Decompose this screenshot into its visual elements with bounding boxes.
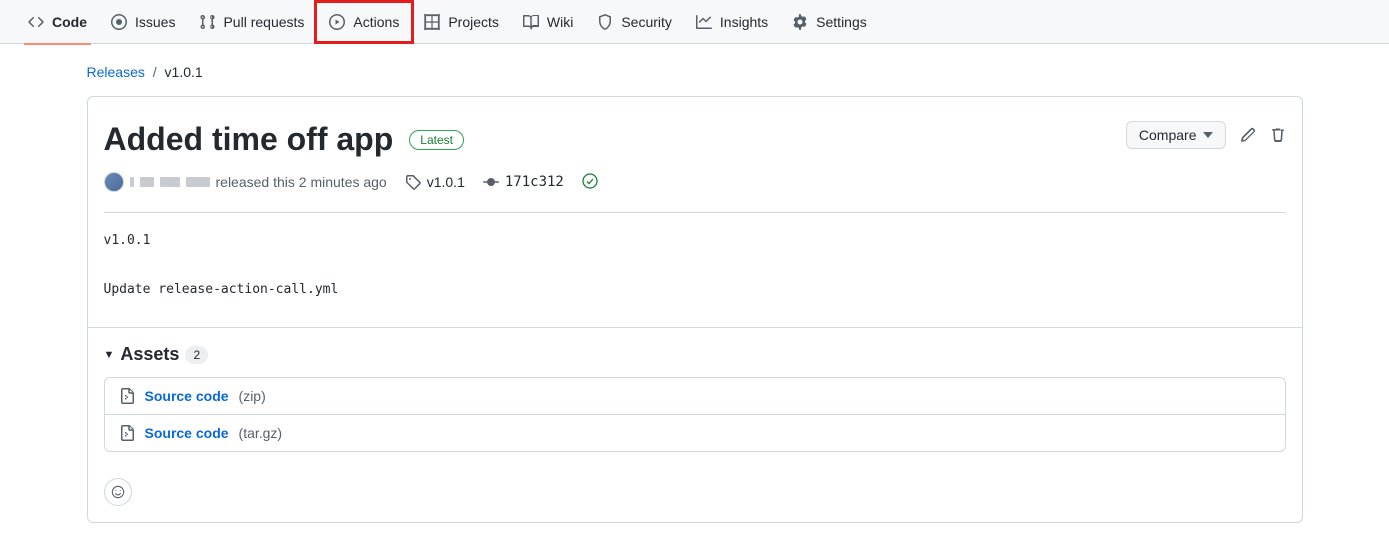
tab-security-label: Security: [621, 14, 672, 30]
tab-insights-label: Insights: [720, 14, 768, 30]
released-text: released this 2 minutes ago: [216, 174, 387, 190]
book-icon: [523, 14, 539, 30]
shield-icon: [597, 14, 613, 30]
tab-settings[interactable]: Settings: [780, 0, 879, 44]
release-box: Added time off app Latest Compare: [87, 96, 1303, 523]
caret-down-icon: ▼: [104, 349, 115, 361]
commit-group[interactable]: 171c312: [483, 174, 564, 190]
release-body: v1.0.1 Update release-action-call.yml: [104, 212, 1286, 327]
tab-projects[interactable]: Projects: [412, 0, 511, 44]
redacted-text: [130, 177, 134, 187]
tab-code[interactable]: Code: [16, 0, 99, 44]
tab-code-label: Code: [52, 14, 87, 30]
pull-request-icon: [199, 14, 215, 30]
tab-insights[interactable]: Insights: [684, 0, 780, 44]
tab-issues-label: Issues: [135, 14, 175, 30]
repo-nav: Code Issues Pull requests Actions Projec…: [0, 0, 1389, 44]
commit-icon: [483, 174, 499, 190]
compare-button-label: Compare: [1139, 127, 1197, 143]
reactions-area: [88, 468, 1302, 522]
breadcrumb-separator: /: [153, 64, 157, 80]
trash-icon: [1270, 127, 1286, 143]
asset-row: Source code (tar.gz): [105, 415, 1285, 451]
asset-list: Source code (zip) Source code (tar.gz): [104, 377, 1286, 452]
release-title: Added time off app: [104, 121, 394, 158]
tab-pulls-label: Pull requests: [223, 14, 304, 30]
delete-button[interactable]: [1270, 127, 1286, 143]
asset-row: Source code (zip): [105, 378, 1285, 415]
issue-icon: [111, 14, 127, 30]
tab-security[interactable]: Security: [585, 0, 684, 44]
release-notes: v1.0.1 Update release-action-call.yml: [104, 229, 1286, 303]
tag-group[interactable]: v1.0.1: [405, 174, 465, 190]
tab-actions-label: Actions: [353, 14, 399, 30]
actions-highlight-box: Actions: [314, 0, 414, 44]
verified-icon[interactable]: [582, 173, 598, 192]
breadcrumb-current: v1.0.1: [165, 64, 203, 80]
gear-icon: [792, 14, 808, 30]
assets-section: ▼ Assets 2 Source code (zip) Source code…: [88, 327, 1302, 468]
assets-heading: Assets: [120, 344, 179, 365]
add-reaction-button[interactable]: [104, 478, 132, 506]
smiley-icon: [111, 484, 125, 500]
tab-issues[interactable]: Issues: [99, 0, 187, 44]
compare-button[interactable]: Compare: [1126, 121, 1226, 149]
tag-name: v1.0.1: [427, 174, 465, 190]
tab-wiki[interactable]: Wiki: [511, 0, 585, 44]
asset-link[interactable]: Source code: [145, 388, 229, 404]
caret-down-icon: [1203, 132, 1213, 138]
tab-settings-label: Settings: [816, 14, 867, 30]
asset-link[interactable]: Source code: [145, 425, 229, 441]
latest-badge: Latest: [409, 130, 464, 150]
tag-icon: [405, 174, 421, 190]
release-author-group: released this 2 minutes ago: [104, 172, 387, 192]
redacted-text: [186, 177, 210, 187]
asset-ext: (tar.gz): [239, 425, 283, 441]
file-zip-icon: [119, 425, 135, 441]
tab-actions[interactable]: Actions: [317, 0, 411, 44]
breadcrumb: Releases / v1.0.1: [87, 44, 1303, 96]
tab-projects-label: Projects: [448, 14, 499, 30]
redacted-text: [140, 177, 154, 187]
breadcrumb-releases-link[interactable]: Releases: [87, 64, 145, 80]
commit-sha: 171c312: [505, 174, 564, 190]
pencil-icon: [1240, 127, 1256, 143]
redacted-text: [160, 177, 180, 187]
file-zip-icon: [119, 388, 135, 404]
code-icon: [28, 14, 44, 30]
asset-ext: (zip): [239, 388, 266, 404]
project-icon: [424, 14, 440, 30]
graph-icon: [696, 14, 712, 30]
tab-pulls[interactable]: Pull requests: [187, 0, 316, 44]
play-icon: [329, 14, 345, 30]
assets-toggle[interactable]: ▼ Assets 2: [104, 344, 1286, 365]
avatar[interactable]: [104, 172, 124, 192]
assets-count: 2: [185, 346, 208, 364]
tab-wiki-label: Wiki: [547, 14, 573, 30]
edit-button[interactable]: [1240, 127, 1256, 143]
